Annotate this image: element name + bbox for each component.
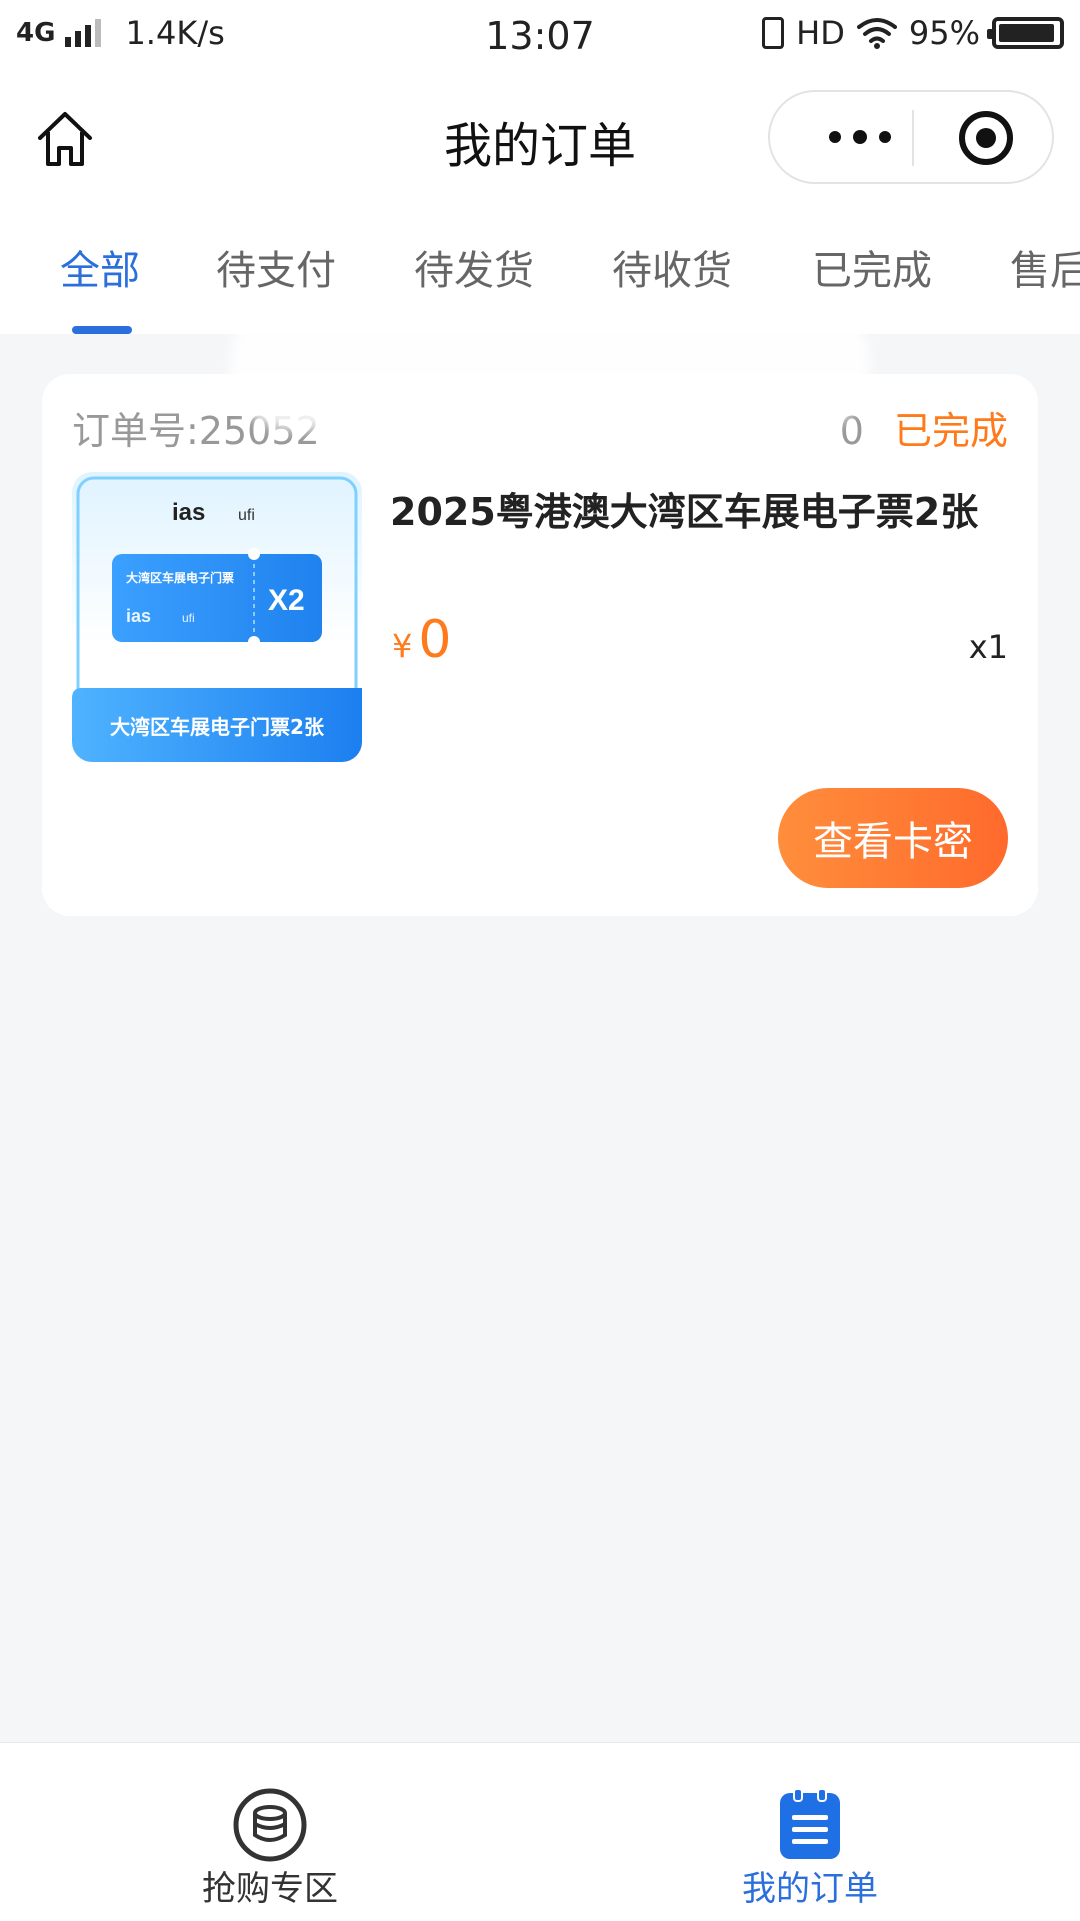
redaction-smudge	[230, 300, 870, 430]
tabbar-item-flash-sale[interactable]: 抢购专区	[0, 1743, 540, 1921]
tab-after-sales[interactable]: 售后	[1010, 238, 1080, 296]
tab-pending-payment[interactable]: 待支付	[216, 238, 336, 296]
coins-stack-icon	[233, 1788, 307, 1862]
ticket-title: 大湾区车展电子门票	[126, 570, 234, 585]
ticket-brand: ias	[126, 606, 151, 626]
wifi-icon	[856, 18, 897, 49]
tabbar-label-flash-sale: 抢购专区	[202, 1869, 338, 1909]
miniprogram-capsule	[768, 90, 1054, 184]
tabbar-label-my-orders: 我的订单	[742, 1869, 878, 1909]
ticket-image: ias ufi 大湾区车展电子门票 ias ufi X2 大湾区车展电子门票2张	[72, 472, 362, 762]
battery-fill	[999, 24, 1055, 42]
bottom-tab-bar: 抢购专区 我的订单	[0, 1742, 1080, 1921]
ticket-count: X2	[268, 584, 305, 617]
status-right: HD 95%	[762, 14, 1064, 52]
product-thumbnail[interactable]: ias ufi 大湾区车展电子门票 ias ufi X2 大湾区车展电子门票2张	[72, 472, 362, 762]
navigation-bar: 我的订单	[0, 76, 1080, 200]
battery-percent: 95%	[908, 14, 980, 52]
vibrate-icon	[762, 17, 785, 49]
partner-logo: ufi	[238, 507, 255, 524]
currency-symbol: ¥	[392, 627, 413, 665]
more-icon[interactable]	[810, 114, 910, 160]
active-tab-indicator	[72, 326, 132, 334]
quantity: x1	[968, 628, 1008, 666]
price-value: 0	[418, 610, 452, 670]
view-card-code-button[interactable]: 查看卡密	[778, 788, 1008, 888]
status-bar: 4G 1.4K/s 13:07 HD 95%	[0, 0, 1080, 76]
close-target-icon[interactable]	[956, 108, 1016, 168]
product-price: ¥ 0	[392, 610, 451, 670]
battery-icon	[987, 17, 1064, 49]
capsule-divider	[912, 110, 914, 166]
ticket-partner: ufi	[182, 611, 195, 625]
tab-pending-receipt[interactable]: 待收货	[612, 238, 732, 296]
banner-text: 大湾区车展电子门票2张	[110, 715, 325, 739]
brand-logo: ias	[172, 499, 205, 526]
order-status: 已完成	[893, 409, 1008, 453]
order-card[interactable]: 订单号:25052 0 已完成 ias ufi 大湾区车展电子门票 ias uf…	[42, 374, 1038, 916]
tabbar-item-my-orders[interactable]: 我的订单	[540, 1743, 1080, 1921]
tab-pending-shipment[interactable]: 待发货	[414, 238, 534, 296]
order-list-icon	[780, 1788, 840, 1859]
tab-completed[interactable]: 已完成	[812, 238, 932, 296]
tab-all[interactable]: 全部	[60, 238, 140, 296]
hd-indicator: HD	[796, 14, 845, 52]
product-title[interactable]: 2025粤港澳大湾区车展电子票2张	[390, 486, 990, 538]
